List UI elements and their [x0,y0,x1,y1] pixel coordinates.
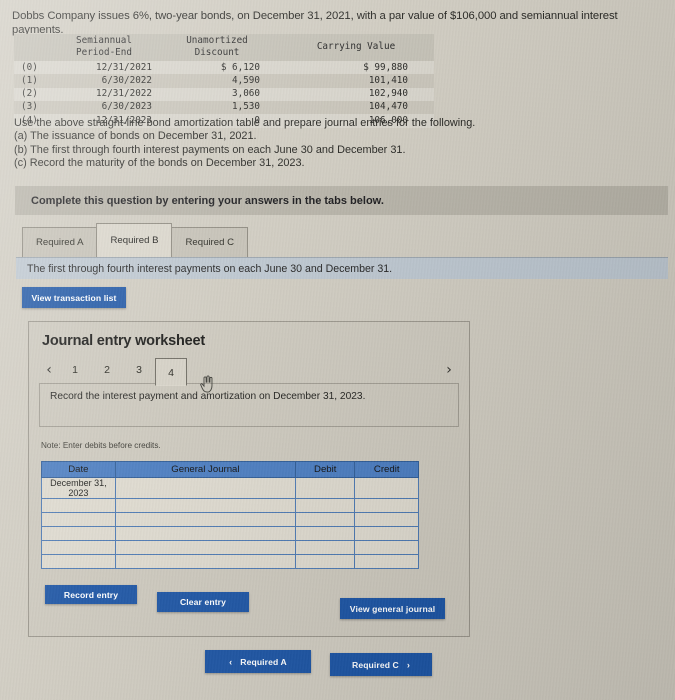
journal-debit-cell[interactable] [295,554,356,569]
journal-col-date: Date [41,461,116,478]
journal-debit-cell[interactable] [295,526,356,541]
table-row: (1) 6/30/2022 4,590 101,410 [14,74,434,88]
journal-debit-cell[interactable] [295,512,356,527]
row-carrying-value: 101,410 [368,74,408,86]
row-unamortized-discount: 3,060 [232,88,260,100]
table-row: (3) 6/30/2023 1,530 104,470 [14,100,434,115]
journal-body: December 31, 2023 [41,477,419,569]
journal-debit-cell[interactable] [295,477,356,499]
table-row [41,512,419,527]
table-row [41,526,419,541]
table-row: (2) 12/31/2022 3,060 102,940 [14,87,434,101]
journal-date-cell[interactable] [41,526,116,541]
tab-required-b[interactable]: Required B [96,223,173,257]
journal-credit-cell[interactable] [354,540,419,555]
next-required-c-button[interactable]: Required C › [330,653,432,676]
journal-date-cell[interactable] [41,554,116,569]
worksheet-note: Note: Enter debits before credits. [41,441,161,450]
prev-required-a-label: Required A [240,656,287,667]
row-carrying-value: 102,940 [368,88,408,100]
instruction-item-c: (c) Record the maturity of the bonds on … [14,157,305,170]
row-period-end: 6/30/2023 [101,101,152,113]
journal-col-general-journal: General Journal [114,461,297,478]
tab-required-c[interactable]: Required C [171,227,248,257]
journal-account-cell[interactable] [114,477,297,499]
required-tabs: Required A Required B Required C [22,223,672,257]
row-index: (1) [21,74,38,86]
chevron-right-icon[interactable]: › [439,363,459,377]
row-index: (3) [21,101,38,113]
amortization-col-carrying-value: Carrying Value [304,34,434,62]
journal-account-cell[interactable] [114,512,297,527]
worksheet-title: Journal entry worksheet [42,333,206,349]
row-unamortized-discount: 1,530 [232,101,260,113]
journal-header-row: Date General Journal Debit Credit [41,461,419,478]
journal-debit-cell[interactable] [295,540,356,555]
instruction-item-b: (b) The first through fourth interest pa… [14,143,406,156]
journal-col-debit: Debit [295,461,356,478]
view-transaction-list-button[interactable]: View transaction list [22,287,126,308]
journal-credit-cell[interactable] [354,526,419,541]
journal-account-cell[interactable] [114,540,297,555]
record-entry-button[interactable]: Record entry [45,585,137,604]
journal-account-cell[interactable] [114,554,297,569]
amortization-col-index [14,34,56,62]
complete-question-banner: Complete this question by entering your … [15,186,668,215]
instruction-item-a: (a) The issuance of bonds on December 31… [14,130,257,143]
chevron-left-icon[interactable]: ‹ [39,363,59,377]
row-period-end: 6/30/2022 [101,74,152,86]
row-period-end: 12/31/2022 [96,88,152,100]
prev-required-a-button[interactable]: ‹ Required A [205,650,311,673]
table-row [41,498,419,513]
table-row: December 31, 2023 [41,477,419,499]
row-carrying-value: 104,470 [368,101,408,113]
journal-account-cell[interactable] [114,498,297,513]
chevron-left-icon: ‹ [229,656,233,667]
row-unamortized-discount: $ 6,120 [220,61,260,73]
table-row: (0) 12/31/2021 $ 6,120 $ 99,880 [14,61,434,75]
worksheet-prompt: Record the interest payment and amortiza… [39,383,459,427]
row-index: (2) [21,88,38,100]
journal-date-cell[interactable] [41,498,116,513]
amortization-col-unamortized-discount: Unamortized Discount [174,34,304,62]
journal-account-cell[interactable] [114,526,297,541]
journal-col-credit: Credit [354,461,419,478]
amortization-table: Semiannual Period-End Unamortized Discou… [14,34,434,128]
tab-instruction-bar: The first through fourth interest paymen… [16,257,668,279]
table-row [41,554,419,569]
problem-statement: Dobbs Company issues 6%, two-year bonds,… [12,10,618,36]
instructions-lead: Use the above straight-line bond amortiz… [14,117,476,129]
row-index: (0) [21,61,38,73]
instructions-block: Use the above straight-line bond amortiz… [14,117,654,171]
row-carrying-value: $ 99,880 [363,61,408,73]
worksheet-pager: ‹ 1 2 3 4 › [39,357,459,386]
view-general-journal-button[interactable]: View general journal [340,598,445,619]
next-required-c-label: Required C [352,659,399,670]
row-period-end: 12/31/2021 [96,61,152,73]
journal-credit-cell[interactable] [354,477,419,499]
journal-entry-table: Date General Journal Debit Credit Decemb… [41,461,419,569]
journal-credit-cell[interactable] [354,554,419,569]
chevron-right-icon: › [406,659,410,670]
journal-credit-cell[interactable] [354,498,419,513]
amortization-header-row: Semiannual Period-End Unamortized Discou… [14,34,434,62]
clear-entry-button[interactable]: Clear entry [157,592,249,612]
worksheet-page-4[interactable]: 4 [155,358,187,386]
worksheet-page-1[interactable]: 1 [59,357,91,383]
row-unamortized-discount: 4,590 [232,74,260,86]
table-row [41,540,419,555]
journal-date-cell[interactable] [41,512,116,527]
amortization-col-period-end: Semiannual Period-End [56,34,174,62]
journal-credit-cell[interactable] [354,512,419,527]
tab-required-a[interactable]: Required A [22,227,98,257]
journal-debit-cell[interactable] [295,498,356,513]
journal-date-cell[interactable] [41,540,116,555]
worksheet-page-2[interactable]: 2 [91,357,123,383]
journal-date-cell[interactable]: December 31, 2023 [41,477,116,499]
worksheet-page-3[interactable]: 3 [123,357,155,383]
